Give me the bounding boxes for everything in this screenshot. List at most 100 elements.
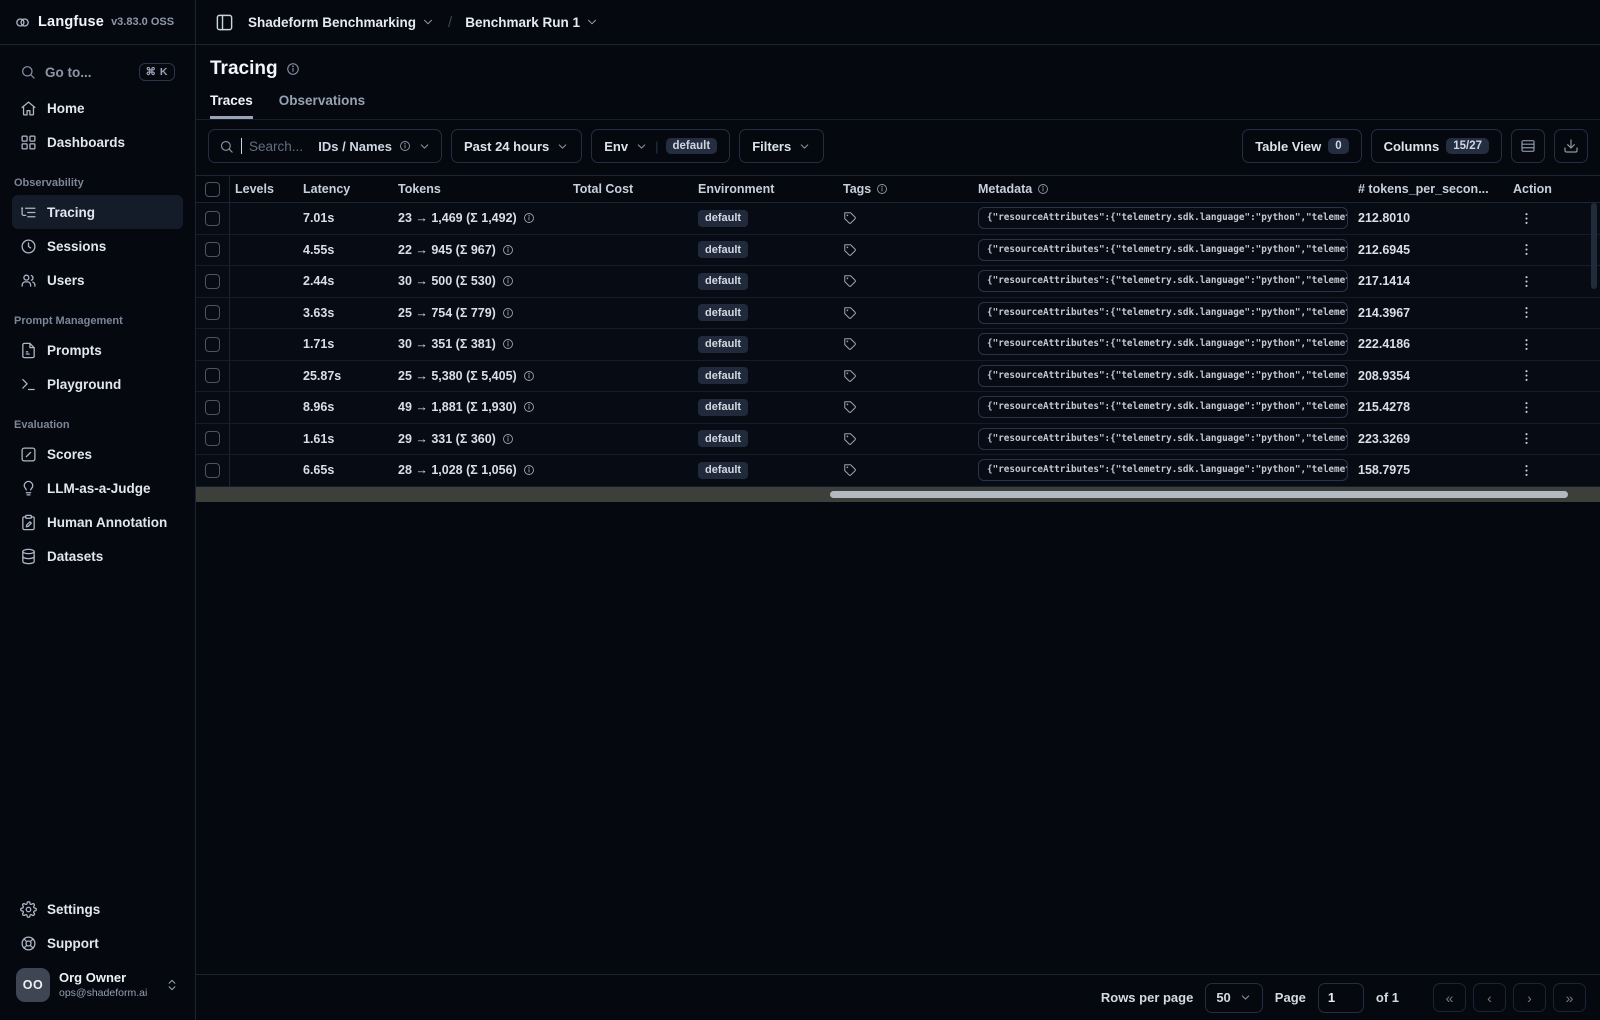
env-filter[interactable]: Env | default	[591, 129, 731, 163]
metadata-value[interactable]: {"resourceAttributes":{"telemetry.sdk.la…	[978, 459, 1348, 482]
tab-traces[interactable]: Traces	[210, 93, 253, 119]
action-cell	[1508, 337, 1600, 352]
table-row[interactable]: 8.96s 49 → 1,881 (Σ 1,930) default {"res…	[196, 392, 1600, 424]
info-icon[interactable]	[502, 275, 514, 287]
metadata-value[interactable]: {"resourceAttributes":{"telemetry.sdk.la…	[978, 333, 1348, 356]
row-height-button[interactable]	[1511, 129, 1545, 163]
filters-button[interactable]: Filters	[739, 129, 825, 163]
filter-bar: Search... IDs / Names Past 24 hours Env …	[196, 120, 1600, 172]
environment-cell: default	[693, 241, 838, 259]
tag-icon[interactable]	[843, 337, 857, 351]
table-view-button[interactable]: Table View 0	[1242, 129, 1362, 163]
row-actions-button[interactable]	[1513, 305, 1540, 320]
columns-button[interactable]: Columns 15/27	[1370, 129, 1502, 163]
prev-page-button[interactable]: ‹	[1473, 983, 1506, 1012]
metadata-value[interactable]: {"resourceAttributes":{"telemetry.sdk.la…	[978, 238, 1348, 261]
metadata-value[interactable]: {"resourceAttributes":{"telemetry.sdk.la…	[978, 301, 1348, 324]
table-row[interactable]: 6.65s 28 → 1,028 (Σ 1,056) default {"res…	[196, 455, 1600, 487]
row-actions-button[interactable]	[1513, 274, 1540, 289]
sidebar-item-settings[interactable]: Settings	[12, 892, 183, 926]
sidebar-item-sessions[interactable]: Sessions	[12, 229, 183, 263]
table-row[interactable]: 25.87s 25 → 5,380 (Σ 5,405) default {"re…	[196, 360, 1600, 392]
last-page-button[interactable]: »	[1553, 983, 1586, 1012]
row-checkbox[interactable]	[205, 273, 220, 289]
tag-icon[interactable]	[843, 306, 857, 320]
sidebar-item-label: Sessions	[47, 238, 107, 254]
sidebar-item-scores[interactable]: Scores	[12, 437, 183, 471]
info-icon[interactable]	[502, 244, 514, 256]
horizontal-scrollbar-thumb[interactable]	[830, 490, 1568, 498]
sidebar-item-playground[interactable]: Playground	[12, 367, 183, 401]
table-row[interactable]: 2.44s 30 → 500 (Σ 530) default {"resourc…	[196, 266, 1600, 298]
metadata-value[interactable]: {"resourceAttributes":{"telemetry.sdk.la…	[978, 427, 1348, 450]
header-levels: Levels	[235, 182, 274, 196]
project-switcher[interactable]: Benchmark Run 1	[465, 15, 599, 30]
tag-icon[interactable]	[843, 400, 857, 414]
row-actions-button[interactable]	[1513, 431, 1540, 446]
row-checkbox[interactable]	[205, 305, 220, 321]
row-checkbox[interactable]	[205, 210, 220, 226]
metadata-value[interactable]: {"resourceAttributes":{"telemetry.sdk.la…	[978, 396, 1348, 419]
info-icon[interactable]	[286, 62, 300, 76]
row-actions-button[interactable]	[1513, 337, 1540, 352]
page-label: Page	[1274, 990, 1306, 1005]
tag-icon[interactable]	[843, 211, 857, 225]
next-page-button[interactable]: ›	[1513, 983, 1546, 1012]
sidebar-toggle-button[interactable]	[210, 8, 238, 36]
goto-search[interactable]: Go to... ⌘ K	[12, 57, 183, 87]
info-icon[interactable]	[502, 338, 514, 350]
info-icon[interactable]	[523, 370, 535, 382]
select-all-checkbox[interactable]	[205, 181, 220, 197]
export-button[interactable]	[1554, 129, 1588, 163]
sidebar-item-llm-as-a-judge[interactable]: LLM-as-a-Judge	[12, 471, 183, 505]
row-checkbox[interactable]	[205, 336, 220, 352]
info-icon[interactable]	[502, 307, 514, 319]
table-row[interactable]: 4.55s 22 → 945 (Σ 967) default {"resourc…	[196, 234, 1600, 266]
table-row[interactable]: 7.01s 23 → 1,469 (Σ 1,492) default {"res…	[196, 203, 1600, 235]
table-view-count-badge: 0	[1328, 138, 1349, 154]
tag-icon[interactable]	[843, 463, 857, 477]
row-actions-button[interactable]	[1513, 368, 1540, 383]
tab-observations[interactable]: Observations	[279, 93, 365, 119]
info-icon[interactable]	[502, 433, 514, 445]
sidebar-item-support[interactable]: Support	[12, 926, 183, 960]
latency-cell: 3.63s	[303, 305, 335, 320]
tag-icon[interactable]	[843, 243, 857, 257]
page-number-input[interactable]	[1317, 982, 1364, 1013]
row-actions-button[interactable]	[1513, 242, 1540, 257]
row-checkbox[interactable]	[205, 431, 220, 447]
sidebar-item-users[interactable]: Users	[12, 263, 183, 297]
row-actions-button[interactable]	[1513, 463, 1540, 478]
row-checkbox[interactable]	[205, 368, 220, 384]
user-menu[interactable]: OO Org Owner ops@shadeform.ai	[12, 960, 183, 1012]
metadata-value[interactable]: {"resourceAttributes":{"telemetry.sdk.la…	[978, 270, 1348, 293]
sidebar-item-tracing[interactable]: Tracing	[12, 195, 183, 229]
row-checkbox[interactable]	[205, 462, 220, 478]
row-actions-button[interactable]	[1513, 211, 1540, 226]
vertical-scrollbar-thumb[interactable]	[1591, 203, 1597, 289]
table-row[interactable]: 1.71s 30 → 351 (Σ 381) default {"resourc…	[196, 329, 1600, 361]
tag-icon[interactable]	[843, 274, 857, 288]
row-actions-button[interactable]	[1513, 400, 1540, 415]
metadata-value[interactable]: {"resourceAttributes":{"telemetry.sdk.la…	[978, 207, 1348, 230]
table-row[interactable]: 3.63s 25 → 754 (Σ 779) default {"resourc…	[196, 297, 1600, 329]
search-input[interactable]: Search... IDs / Names	[208, 129, 442, 163]
rows-per-page-select[interactable]: 50	[1205, 982, 1263, 1013]
info-icon[interactable]	[523, 401, 535, 413]
info-icon[interactable]	[523, 212, 535, 224]
row-checkbox[interactable]	[205, 242, 220, 258]
sidebar-item-human-annotation[interactable]: Human Annotation	[12, 505, 183, 539]
sidebar-item-dashboards[interactable]: Dashboards	[12, 125, 183, 159]
sidebar-item-prompts[interactable]: Prompts	[12, 333, 183, 367]
tag-icon[interactable]	[843, 369, 857, 383]
row-checkbox[interactable]	[205, 399, 220, 415]
sidebar-item-datasets[interactable]: Datasets	[12, 539, 183, 573]
metadata-value[interactable]: {"resourceAttributes":{"telemetry.sdk.la…	[978, 364, 1348, 387]
time-range-filter[interactable]: Past 24 hours	[451, 129, 583, 163]
table-row[interactable]: 1.61s 29 → 331 (Σ 360) default {"resourc…	[196, 423, 1600, 455]
tag-icon[interactable]	[843, 432, 857, 446]
first-page-button[interactable]: «	[1433, 983, 1466, 1012]
org-switcher[interactable]: Shadeform Benchmarking	[248, 15, 435, 30]
sidebar-item-home[interactable]: Home	[12, 91, 183, 125]
info-icon[interactable]	[523, 464, 535, 476]
